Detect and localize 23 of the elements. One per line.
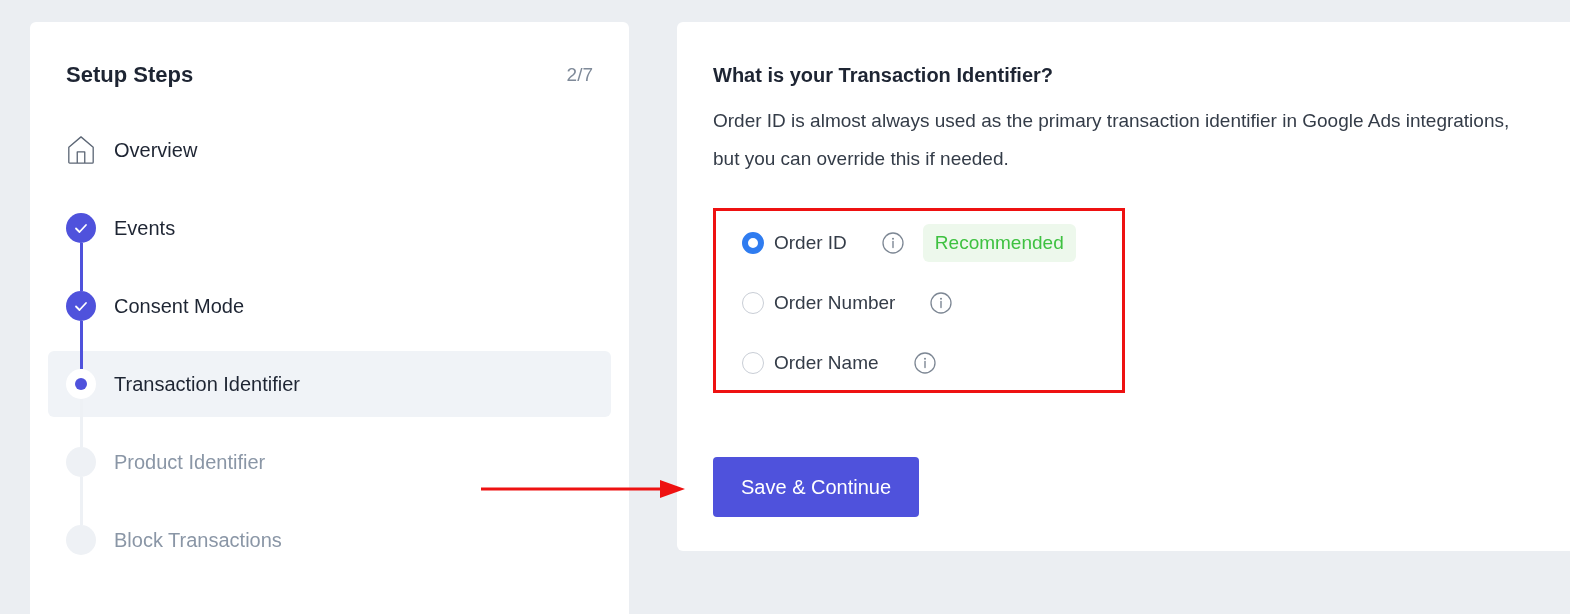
check-icon [66,291,96,321]
step-item[interactable]: Transaction Identifier [48,351,611,417]
description-text: Order ID is almost always used as the primary transaction identifier in Google Ads integrations, but you can override this if needed. [713,109,1511,171]
info-icon[interactable] [930,292,953,314]
connector-line [80,243,83,291]
recommended-badge: Recommended [922,224,1076,262]
home-icon [66,135,96,165]
check-icon [66,213,96,243]
current-step-icon [66,369,96,399]
step-counter: 2/7 [566,64,593,86]
info-icon[interactable] [913,352,936,374]
radio-button[interactable] [742,232,764,254]
step-item[interactable]: Overview [48,117,611,183]
option-label[interactable]: Order ID [774,232,847,254]
panel-title: Setup Steps [66,62,194,88]
step-item[interactable]: Consent Mode [48,273,611,339]
option-label[interactable]: Order Name [774,352,879,374]
step-item[interactable]: Events [48,195,611,261]
connector-line [80,321,83,369]
option-label[interactable]: Order Number [774,292,896,314]
info-icon[interactable] [881,232,904,254]
question-title: What is your Transaction Identifier? [713,63,1055,88]
save-button[interactable]: Save & Continue [713,457,920,517]
